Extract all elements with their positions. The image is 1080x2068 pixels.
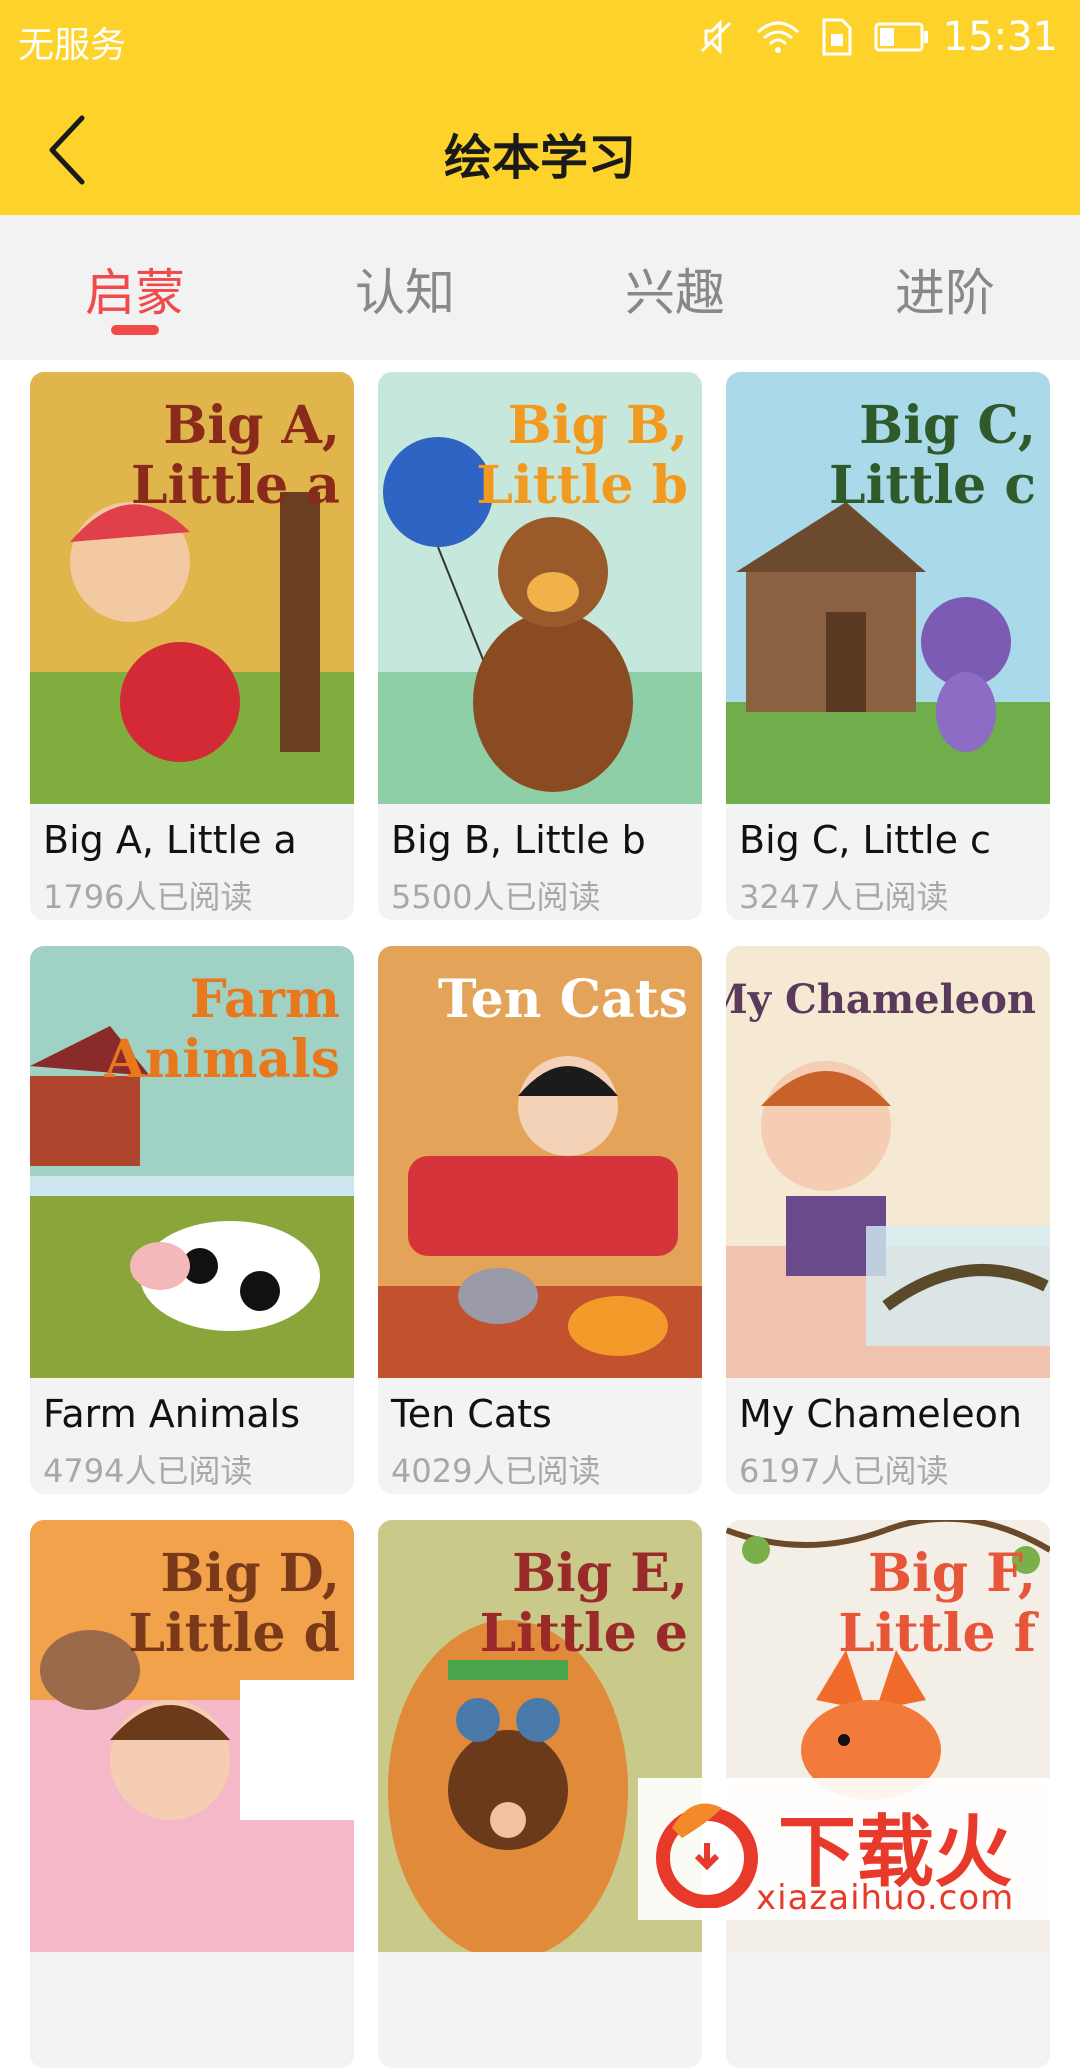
cover-title: Farm Animals: [104, 969, 340, 1090]
cover-title: Ten Cats: [437, 969, 688, 1030]
book-card[interactable]: Ten Cats Ten Cats 4029人已阅读: [378, 946, 702, 1494]
sim-icon: [822, 18, 852, 56]
book-card[interactable]: Big B, Little b Big B, Little b 5500人已阅读: [378, 372, 702, 920]
book-cover: Big D, Little d: [30, 1520, 354, 1952]
book-card[interactable]: Big A, Little a Big A, Little a 1796人已阅读: [30, 372, 354, 920]
book-title: Big A, Little a: [43, 818, 297, 862]
carrier-label: 无服务: [18, 25, 127, 66]
battery-icon: [874, 22, 928, 52]
tab-label: 认知: [355, 264, 455, 322]
book-card[interactable]: My Chameleon My Chameleon 6197人已阅读: [726, 946, 1050, 1494]
cover-title: Big A, Little a: [131, 395, 340, 516]
tab-qimeng[interactable]: 启蒙: [0, 215, 270, 360]
clock: 15:31: [942, 14, 1058, 60]
book-title: My Chameleon: [739, 1392, 1022, 1436]
tab-label: 兴趣: [625, 264, 725, 322]
status-icons: [700, 18, 930, 56]
tab-xingqu[interactable]: 兴趣: [540, 215, 810, 360]
book-title: Ten Cats: [391, 1392, 552, 1436]
book-cover: Big C, Little c: [726, 372, 1050, 804]
active-tab-indicator: [111, 325, 159, 335]
book-card[interactable]: Big D, Little d: [30, 1520, 354, 2068]
book-cover: Big B, Little b: [378, 372, 702, 804]
watermark: 下载火 xiazaihuo.com: [638, 1778, 1080, 1920]
fire-logo-icon: [656, 1803, 758, 1908]
tab-renzhi[interactable]: 认知: [270, 215, 540, 360]
book-title: Big C, Little c: [739, 818, 991, 862]
page-title: 绘本学习: [443, 130, 636, 186]
read-count: 1796人已阅读: [43, 878, 253, 916]
wifi-icon: [756, 21, 800, 53]
book-cover: Farm Animals: [30, 946, 354, 1378]
book-title: Big B, Little b: [391, 818, 646, 862]
tab-label: 启蒙: [85, 264, 185, 322]
tab-label: 进阶: [895, 264, 995, 322]
book-card[interactable]: Big C, Little c Big C, Little c 3247人已阅读: [726, 372, 1050, 920]
cover-title: My Chameleon: [726, 976, 1036, 1023]
book-card[interactable]: Farm Animals Farm Animals 4794人已阅读: [30, 946, 354, 1494]
cover-title: Big F, Little f: [838, 1543, 1036, 1664]
read-count: 4794人已阅读: [43, 1452, 253, 1490]
read-count: 4029人已阅读: [391, 1452, 601, 1490]
tab-jinjie[interactable]: 进阶: [810, 215, 1080, 360]
read-count: 6197人已阅读: [739, 1452, 949, 1490]
read-count: 3247人已阅读: [739, 878, 949, 916]
cover-title: Big E, Little e: [479, 1543, 688, 1664]
cover-title: Big B, Little b: [476, 395, 688, 516]
book-cover: My Chameleon: [726, 946, 1050, 1378]
book-cover: Big A, Little a: [30, 372, 354, 804]
read-count: 5500人已阅读: [391, 878, 601, 916]
app-header: 绘本学习: [0, 80, 1080, 215]
mute-icon: [700, 19, 732, 55]
category-tabs: 启蒙 认知 兴趣 进阶: [0, 215, 1080, 360]
book-cover: Ten Cats: [378, 946, 702, 1378]
status-bar: 无服务 15:31: [0, 0, 1080, 80]
cover-title: Big D, Little d: [128, 1543, 340, 1664]
cover-title: Big C, Little c: [829, 395, 1036, 516]
watermark-url: xiazaihuo.com: [756, 1878, 1015, 1918]
book-title: Farm Animals: [43, 1392, 301, 1436]
